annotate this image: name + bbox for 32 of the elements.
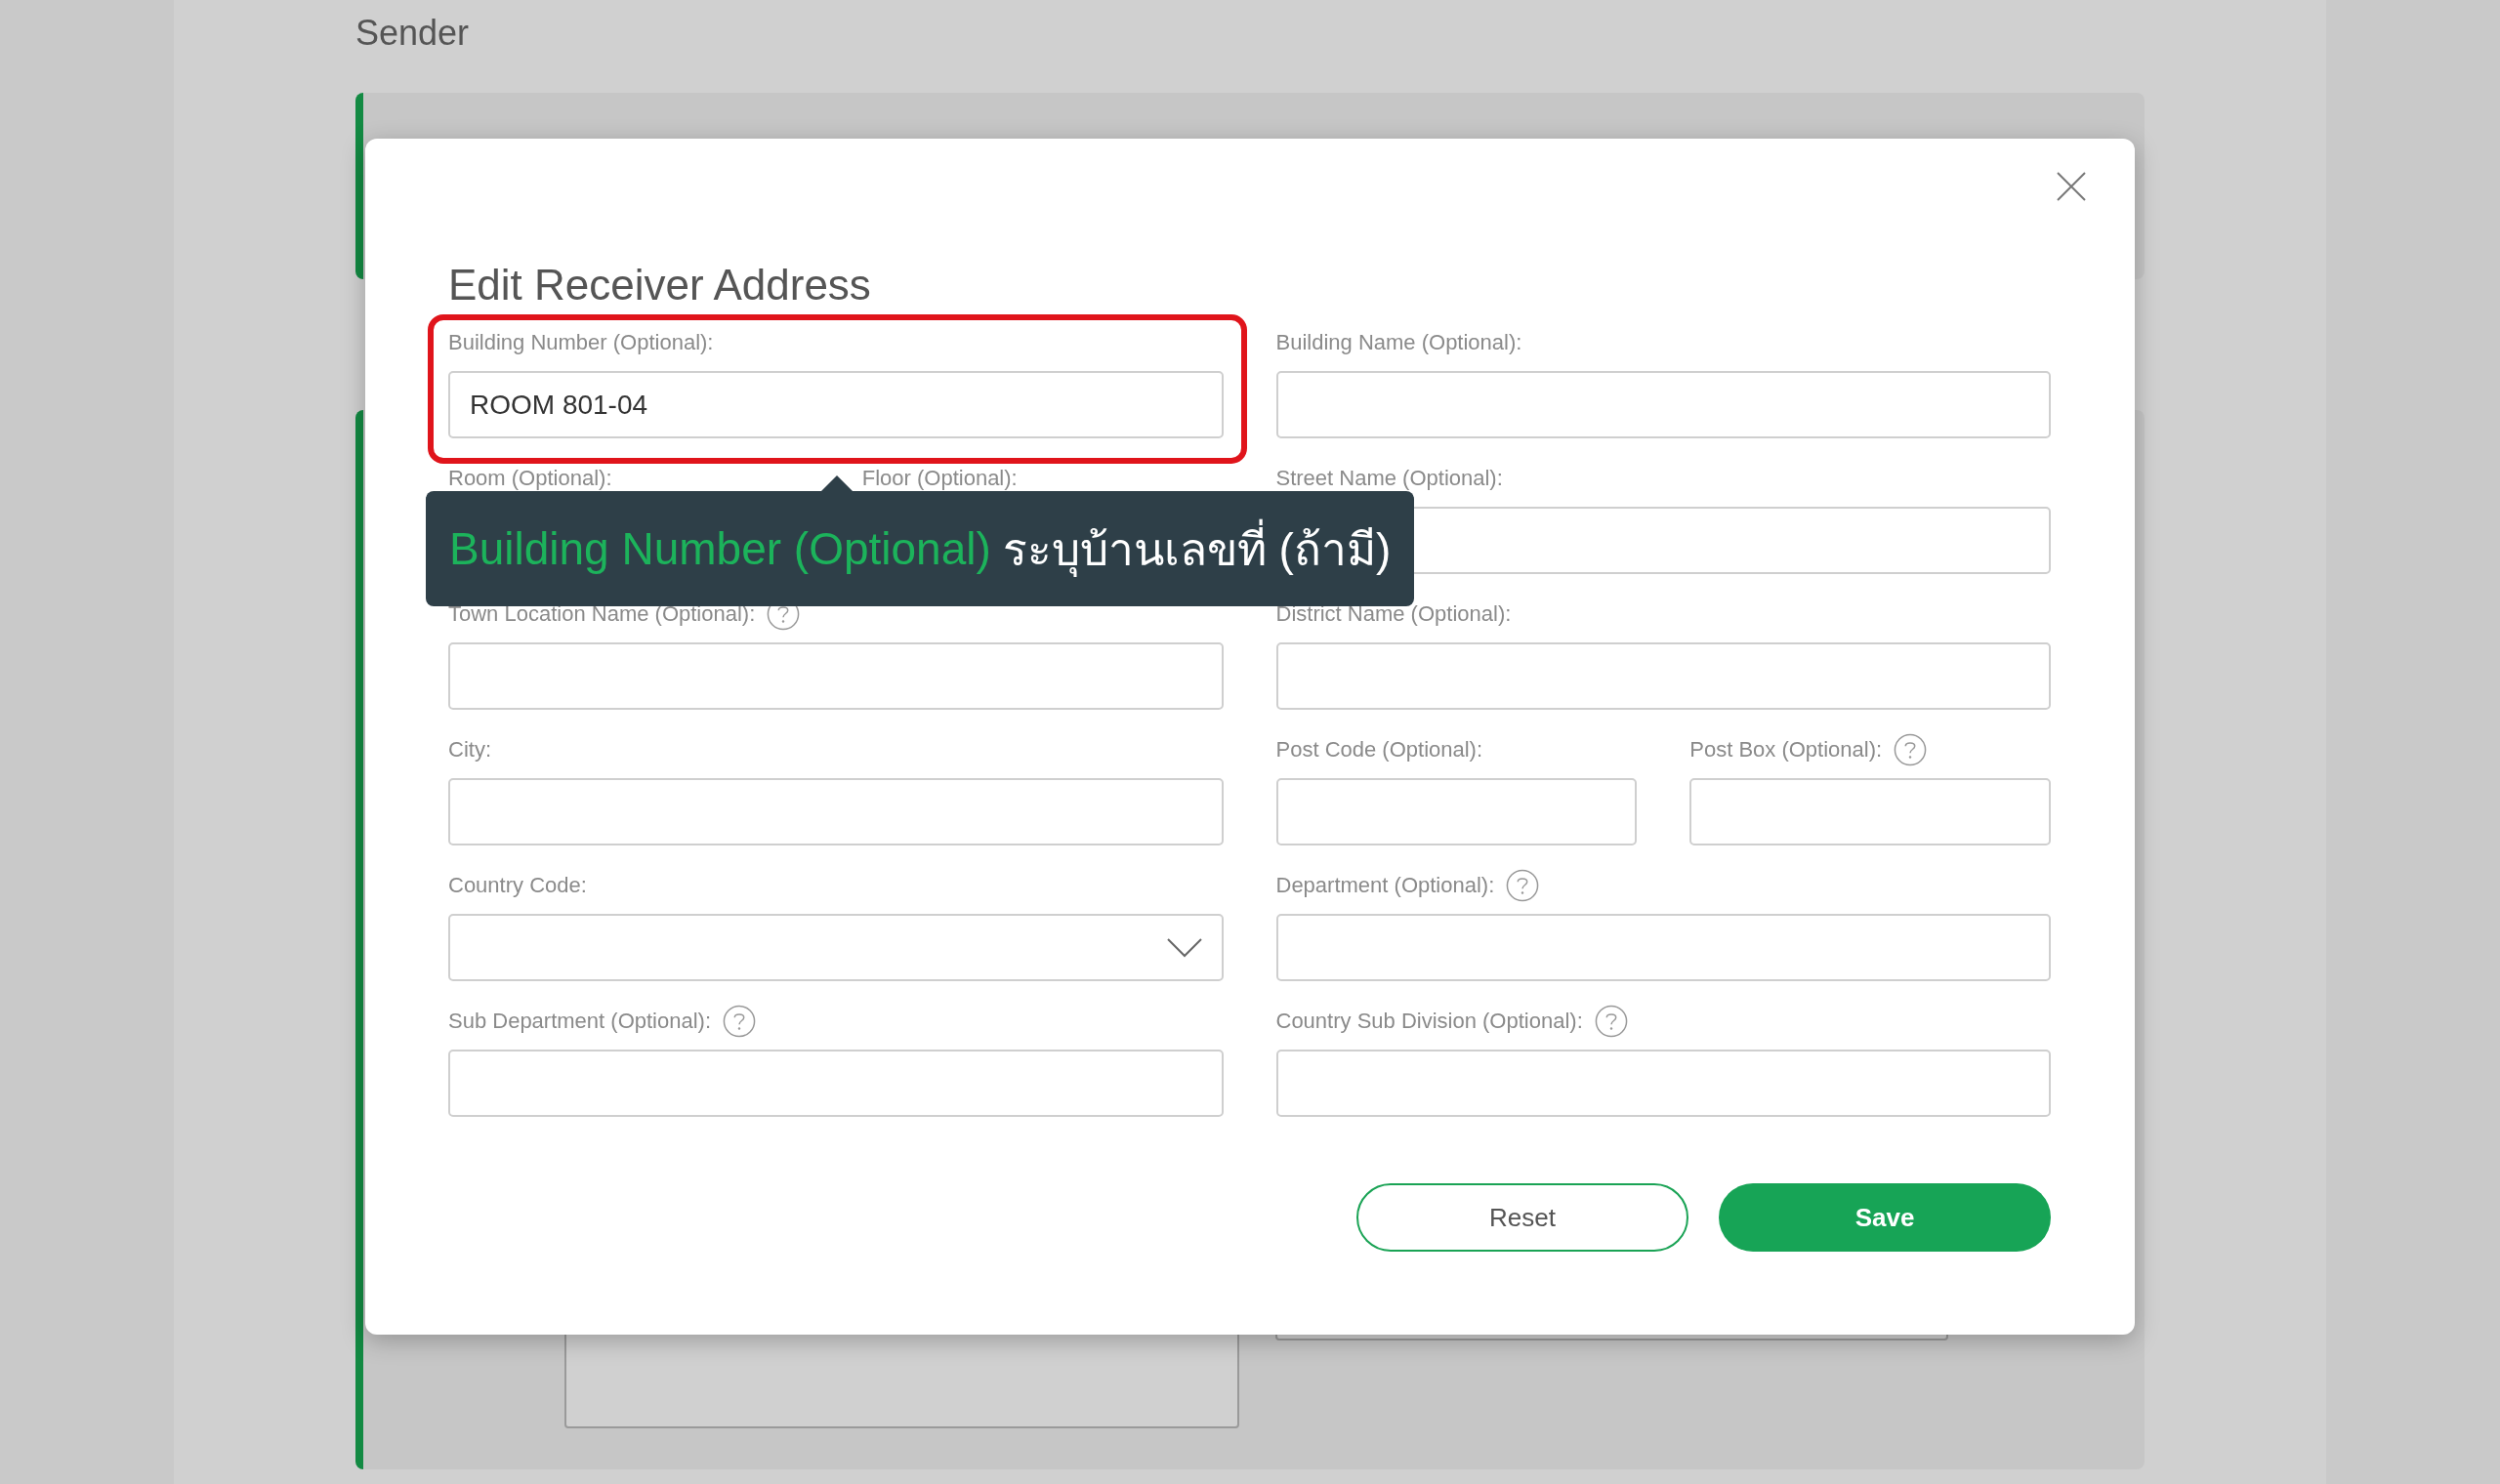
field-label: Post Box (Optional): [1689,737,1883,763]
field-label: Sub Department (Optional): [448,1009,712,1034]
field-label: District Name (Optional): [1275,601,1512,627]
input-field[interactable] [448,778,1224,845]
close-icon[interactable] [2057,172,2086,201]
dialog-title: Edit Receiver Address [448,260,872,310]
field-label: Department (Optional): [1275,873,1495,898]
input-field[interactable] [1689,778,2051,845]
reset-button[interactable]: Reset [1356,1183,1688,1252]
input-field[interactable] [1275,1050,2051,1117]
field-label: Room (Optional): [448,466,612,491]
input-field[interactable]: ROOM 801-04 [448,371,1224,438]
field-label: Town Location Name (Optional): [448,601,756,627]
tooltip-term: Building Number (Optional) [449,522,991,575]
field-label: Country Sub Division (Optional): [1275,1009,1583,1034]
field-label: Street Name (Optional): [1275,466,1503,491]
dropdown[interactable] [448,914,1224,981]
field-label: Building Name (Optional): [1275,330,1522,355]
input-field[interactable] [1275,642,2051,710]
chevron-down-icon [1166,937,1202,958]
input-field[interactable] [448,642,1224,710]
input-field[interactable] [448,1050,1224,1117]
section-title: Sender [355,12,470,55]
field-label: Country Code: [448,873,587,898]
input-field[interactable] [1275,914,2051,981]
field-label: Floor (Optional): [861,466,1018,491]
field-label: Building Number (Optional): [448,330,714,355]
input-field[interactable] [1275,371,2051,438]
input-field[interactable] [1275,778,1638,845]
tooltip-text: ระบุบ้านเลขที่ (ถ้ามี) [1002,513,1392,585]
field-label: Post Code (Optional): [1275,737,1483,763]
field-label: City: [448,737,491,763]
